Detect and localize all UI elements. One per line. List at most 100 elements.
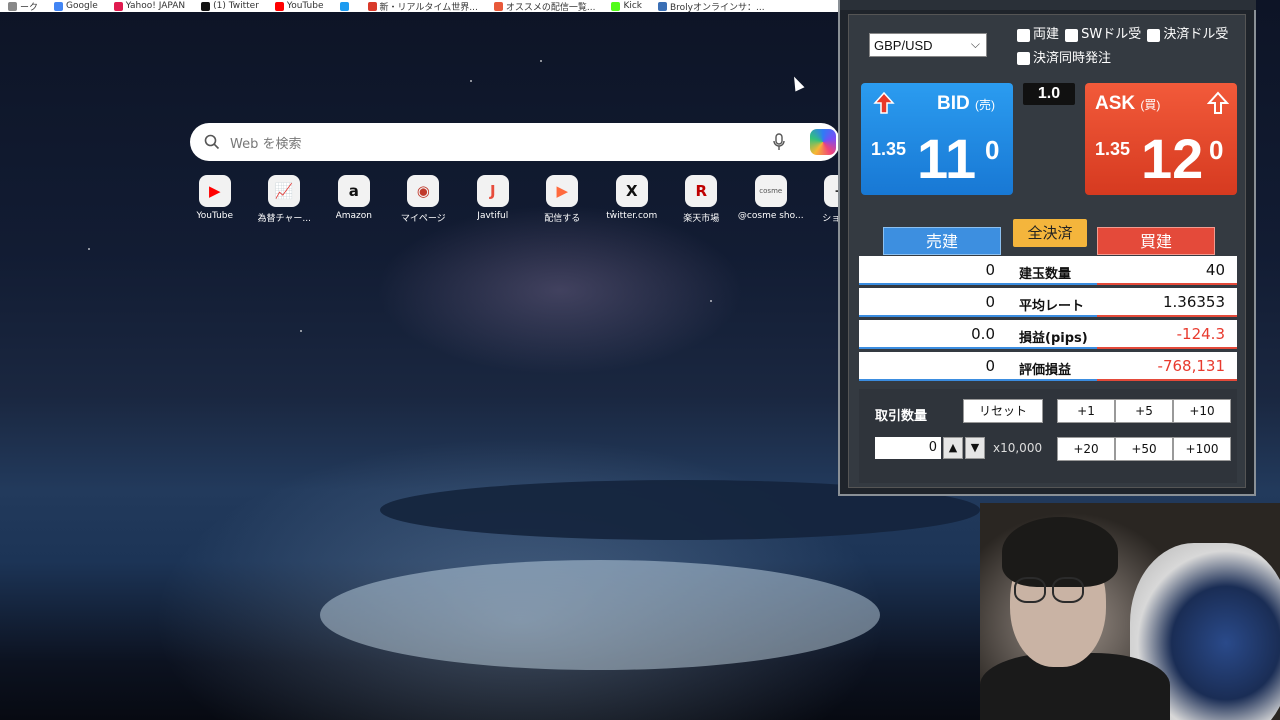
option-hedge[interactable]: 両建 xyxy=(1017,25,1059,45)
option-label: 両建 xyxy=(1033,27,1060,42)
position-row-avg-rate: 0 平均レート 1.36353 xyxy=(859,288,1237,317)
ask-price-prefix: 1.35 xyxy=(1095,139,1131,159)
position-row-valuation: 0 評価損益 -768,131 xyxy=(859,352,1237,381)
bookmark-item[interactable]: Yahoo! JAPAN xyxy=(106,0,193,12)
option-settle-receive[interactable]: 決済ドル受 xyxy=(1147,25,1228,45)
bookmark-label: 新・リアルタイム世界... xyxy=(379,2,478,13)
bookmark-item[interactable]: Google xyxy=(46,0,106,12)
row-label: 平均レート xyxy=(1019,299,1085,314)
webcam-overlay xyxy=(980,503,1280,720)
star xyxy=(540,60,542,62)
shortcut-tile[interactable]: Xtwitter.com xyxy=(597,175,667,224)
bookmark-favicon-icon xyxy=(493,1,503,11)
currency-pair-value: GBP/USD xyxy=(874,37,933,53)
reset-button[interactable]: リセット xyxy=(963,399,1043,423)
sell-value: 0 xyxy=(985,357,995,375)
shortcut-label: マイページ xyxy=(400,214,446,224)
bookmark-item[interactable]: Kick xyxy=(603,0,650,12)
bookmark-favicon-icon xyxy=(339,1,349,11)
bookmark-label: Google xyxy=(66,1,98,11)
bookmark-item[interactable]: オススメの配信一覧... xyxy=(486,0,604,12)
quantity-down-button[interactable]: ▼ xyxy=(965,437,985,459)
quantity-label: 取引数量 xyxy=(875,409,928,424)
sell-value: 0 xyxy=(985,293,995,311)
shortcut-label: 楽天市場 xyxy=(683,214,720,224)
bookmark-item[interactable]: Brolyオンラインサ：... xyxy=(650,0,773,12)
option-label: SWドル受 xyxy=(1081,27,1142,42)
quantity-up-button[interactable]: ▲ xyxy=(943,437,963,459)
shortcut-tile[interactable]: J Javtiful xyxy=(458,175,528,224)
microphone-icon[interactable] xyxy=(772,133,786,151)
shortcut-tile[interactable]: a Amazon xyxy=(319,175,389,224)
buy-position-header[interactable]: 買建 xyxy=(1097,227,1215,255)
row-label: 損益(pips) xyxy=(1019,331,1088,346)
bid-price-pips: 11 xyxy=(917,127,977,190)
panel-body: GBP/USD ⌵ 両建 SWドル受 決済ドル受 決済同時発注 BID (売) … xyxy=(848,14,1246,488)
glasses-icon xyxy=(1014,577,1046,603)
search-box[interactable]: Web を検索 xyxy=(190,123,840,161)
chevron-down-icon: ⌵ xyxy=(970,37,980,51)
bookmark-item[interactable]: ーク xyxy=(0,0,46,12)
bookmark-item[interactable]: YouTube xyxy=(267,0,332,12)
shortcut-tile[interactable]: 📈 為替チャー... xyxy=(250,175,320,224)
bookmark-label: Kick xyxy=(623,1,642,11)
quantity-input[interactable]: 0 xyxy=(875,437,941,459)
shortcut-tiles: ▶ YouTube 📈 為替チャー... a Amazon ◉ マイページ J Javtiful ▶… xyxy=(180,175,875,224)
checkbox[interactable] xyxy=(1017,52,1030,65)
copilot-icon[interactable] xyxy=(810,129,836,155)
shortcut-icon: X xyxy=(615,175,648,207)
bookmarks-bar: ーク Google Yahoo! JAPAN (1) Twitter YouTube 新・… xyxy=(0,0,840,12)
row-label: 評価損益 xyxy=(1019,363,1072,378)
shortcut-tile[interactable]: cosme @cosme sho... xyxy=(736,175,806,224)
bookmark-item[interactable]: 新・リアルタイム世界... xyxy=(360,0,486,12)
ask-buy-button[interactable]: ASK (買) 1.35 12 0 xyxy=(1085,83,1237,195)
search-input[interactable]: Web を検索 xyxy=(230,133,762,152)
bid-price-prefix: 1.35 xyxy=(871,139,907,159)
bookmark-favicon-icon xyxy=(367,1,377,11)
bookmark-label: ーク xyxy=(20,2,39,13)
star xyxy=(88,248,90,250)
ask-title: ASK (買) xyxy=(1095,93,1161,114)
increment-button[interactable]: +100 xyxy=(1173,437,1231,461)
spread-value: 1.0 xyxy=(1023,83,1075,105)
option-sw-receive[interactable]: SWドル受 xyxy=(1065,25,1141,45)
checkbox[interactable] xyxy=(1065,28,1079,42)
shortcut-icon: 📈 xyxy=(268,175,301,207)
bookmark-label: (1) Twitter xyxy=(213,1,259,11)
star xyxy=(300,330,302,332)
fx-order-panel: GBP/USD ⌵ 両建 SWドル受 決済ドル受 決済同時発注 BID (売) … xyxy=(838,0,1256,496)
option-simultaneous-order[interactable]: 決済同時発注 xyxy=(1017,49,1111,69)
increment-button[interactable]: +10 xyxy=(1173,399,1231,423)
bid-sell-button[interactable]: BID (売) 1.35 11 0 xyxy=(861,83,1013,195)
shortcut-tile[interactable]: ▶ YouTube xyxy=(180,175,250,224)
sell-value: 0.0 xyxy=(971,325,995,343)
shortcut-label: twitter.com xyxy=(606,211,658,221)
shortcut-tile[interactable]: ◉ マイページ xyxy=(389,175,459,224)
increment-button[interactable]: +5 xyxy=(1115,399,1173,423)
currency-pair-select[interactable]: GBP/USD ⌵ xyxy=(869,33,987,57)
shortcut-label: @cosme sho... xyxy=(737,211,804,221)
checkbox[interactable] xyxy=(1147,28,1161,42)
shortcut-label: 為替チャー... xyxy=(257,214,312,224)
bookmark-favicon-icon xyxy=(201,1,211,11)
close-all-button[interactable]: 全決済 xyxy=(1013,219,1087,247)
search-icon xyxy=(204,134,220,150)
bookmark-item[interactable]: (1) Twitter xyxy=(193,0,267,12)
ask-price-pips: 12 xyxy=(1141,127,1204,190)
shortcut-tile[interactable]: ▶ 配信する xyxy=(528,175,598,224)
bookmark-label: YouTube xyxy=(286,1,324,11)
bookmark-label: Brolyオンラインサ：... xyxy=(670,2,765,13)
checkbox[interactable] xyxy=(1017,28,1030,42)
shortcut-icon: J xyxy=(476,175,509,207)
shortcut-label: YouTube xyxy=(196,211,234,221)
star xyxy=(470,80,472,82)
increment-button[interactable]: +50 xyxy=(1115,437,1173,461)
increment-button[interactable]: +20 xyxy=(1057,437,1115,461)
increment-button[interactable]: +1 xyxy=(1057,399,1115,423)
panel-titlebar[interactable] xyxy=(840,0,1256,10)
bookmark-favicon-icon xyxy=(611,1,621,11)
bookmark-item[interactable] xyxy=(332,0,360,12)
shortcut-tile[interactable]: R 楽天市場 xyxy=(667,175,737,224)
option-label: 決済ドル受 xyxy=(1163,27,1229,42)
sell-position-header[interactable]: 売建 xyxy=(883,227,1001,255)
